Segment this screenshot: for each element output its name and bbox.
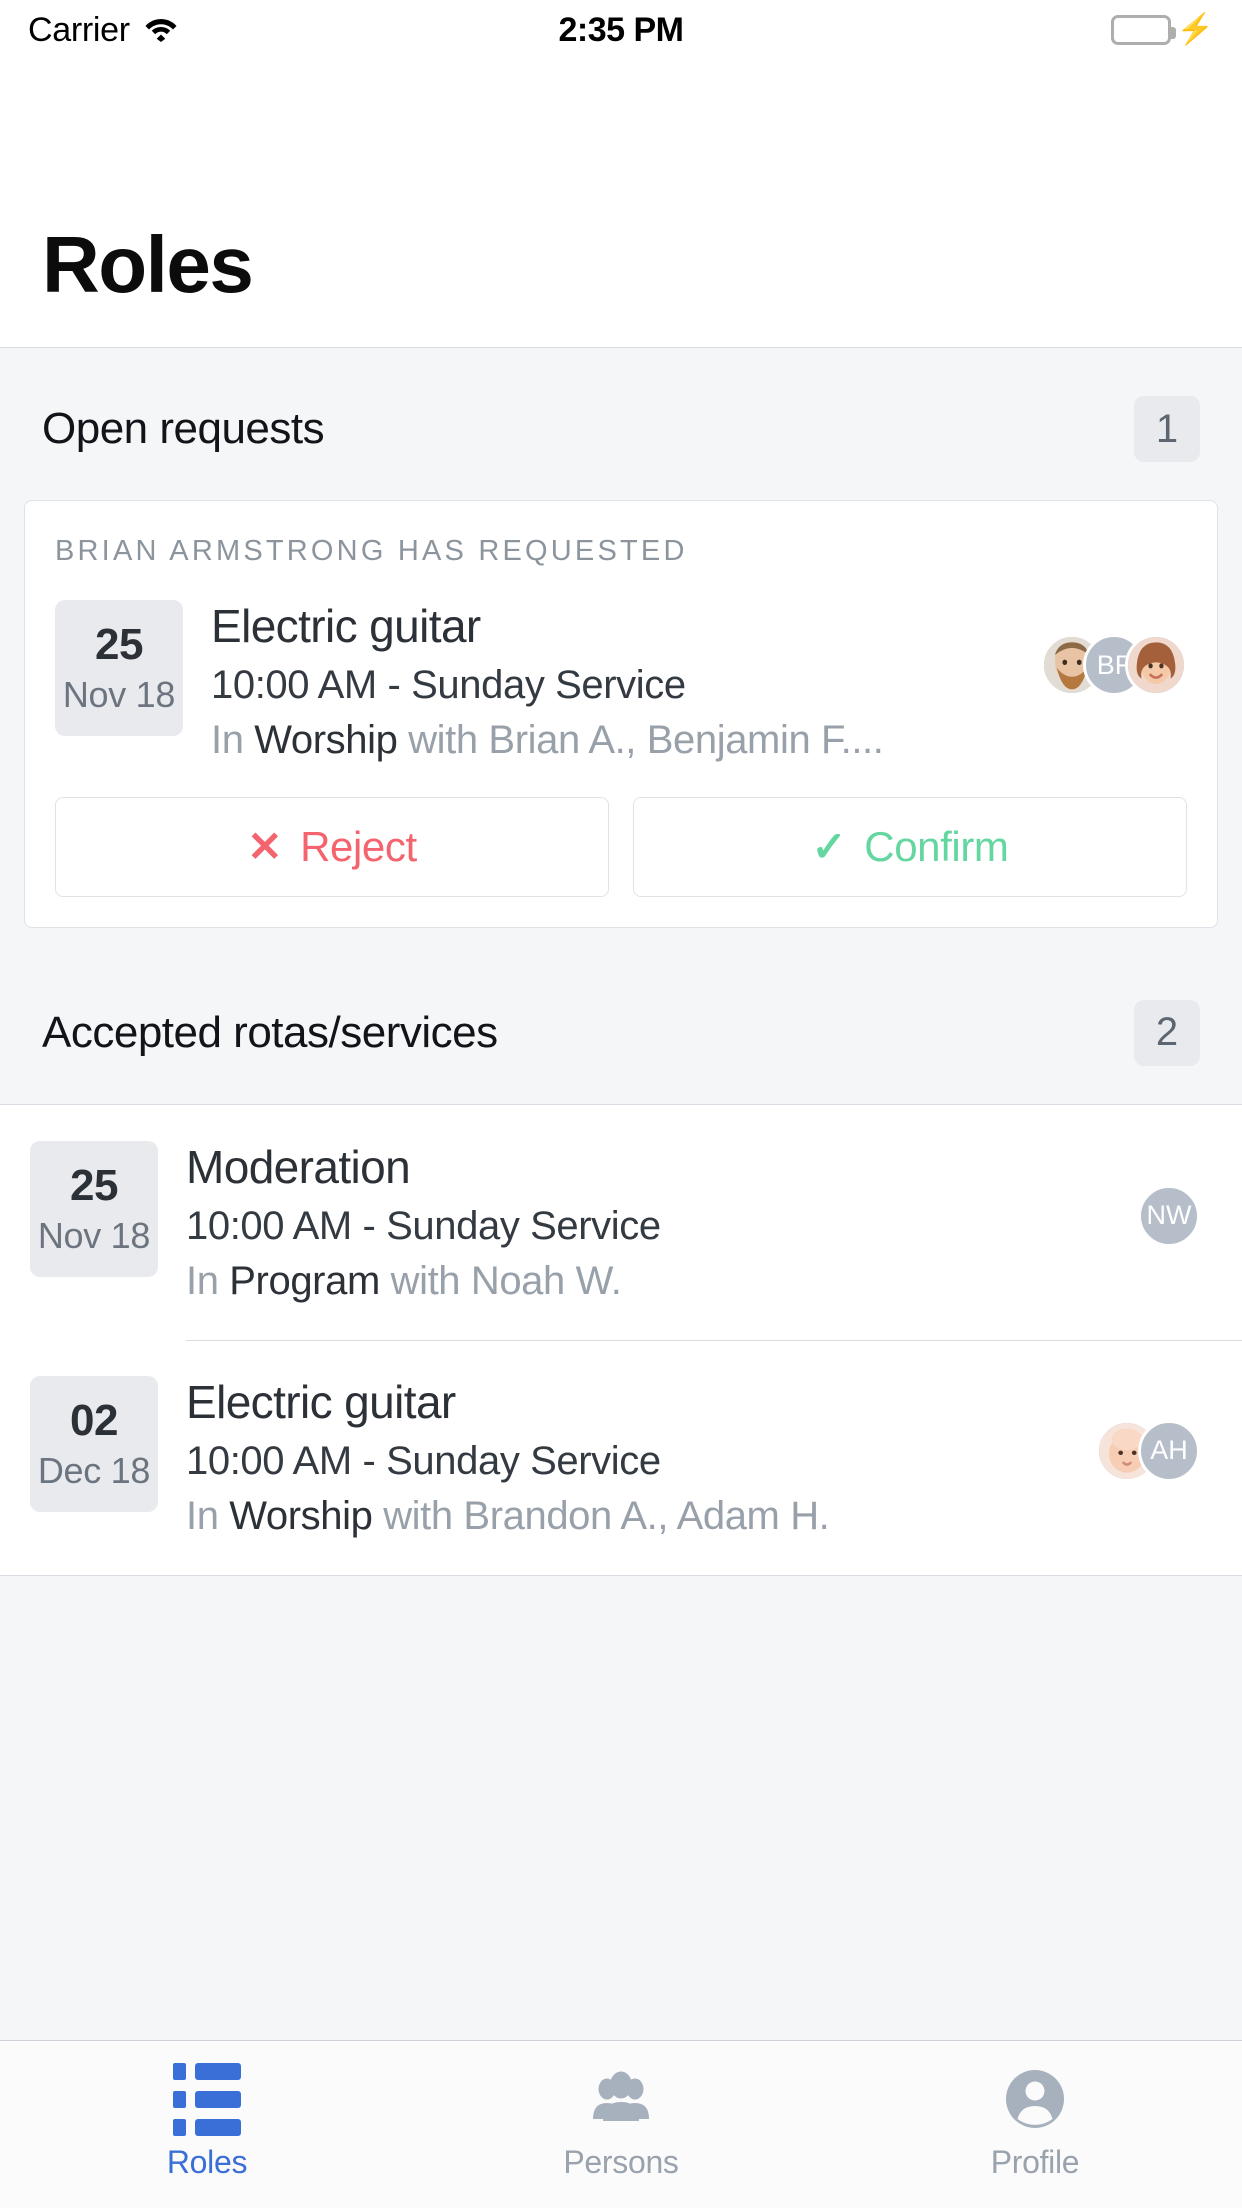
accepted-title: Accepted rotas/services bbox=[42, 1007, 498, 1057]
row-info: Moderation 10:00 AM - Sunday Service In … bbox=[186, 1141, 1110, 1304]
third-person-avatar bbox=[1125, 634, 1187, 696]
request-team-line: In Worship with Brian A., Benjamin F.... bbox=[211, 718, 1013, 763]
list-icon bbox=[169, 2062, 245, 2136]
reject-button-label: Reject bbox=[300, 822, 417, 870]
accepted-header: Accepted rotas/services 2 bbox=[0, 928, 1242, 1104]
row-date-chip: 02 Dec 18 bbox=[30, 1375, 158, 1512]
request-with-prefix: In bbox=[211, 717, 244, 762]
row-with-people: with Brandon A., Adam H. bbox=[383, 1493, 830, 1538]
request-actions: ✕ Reject ✓ Confirm bbox=[55, 796, 1187, 897]
tab-bar: Roles Persons Profile bbox=[0, 2040, 1242, 2208]
scroll-content: Open requests 1 BRIAN ARMSTRONG HAS REQU… bbox=[0, 348, 1242, 2040]
list-item[interactable]: 25 Nov 18 Moderation 10:00 AM - Sunday S… bbox=[0, 1105, 1242, 1340]
row-avatar-group: NW bbox=[1138, 1141, 1200, 1247]
row-info: Electric guitar 10:00 AM - Sunday Servic… bbox=[186, 1376, 1068, 1539]
request-detail-row: 25 Nov 18 Electric guitar 10:00 AM - Sun… bbox=[55, 600, 1187, 763]
row-avatar-group: AH bbox=[1096, 1376, 1200, 1482]
lightning-bolt-icon: ⚡ bbox=[1176, 13, 1214, 46]
row-team-name: Program bbox=[229, 1258, 380, 1303]
accepted-count-badge: 2 bbox=[1134, 999, 1200, 1066]
empty-space bbox=[0, 1575, 1242, 2040]
row-team-name: Worship bbox=[229, 1493, 373, 1538]
row-with-prefix: In bbox=[186, 1493, 219, 1538]
status-bar: Carrier 2:35 PM ⚡ bbox=[0, 0, 1242, 60]
tab-persons[interactable]: Persons bbox=[414, 2068, 828, 2181]
tab-roles[interactable]: Roles bbox=[0, 2062, 414, 2181]
adam-h-avatar: AH bbox=[1138, 1419, 1200, 1482]
row-role-title: Moderation bbox=[186, 1140, 411, 1193]
people-icon bbox=[583, 2068, 659, 2130]
open-requests-title: Open requests bbox=[42, 404, 325, 453]
row-date-day: 25 bbox=[70, 1160, 118, 1210]
request-avatar-group: BF bbox=[1041, 600, 1187, 696]
request-info: Electric guitar 10:00 AM - Sunday Servic… bbox=[211, 600, 1013, 763]
row-team-line: In Program with Noah W. bbox=[186, 1259, 1110, 1304]
status-bar-right: ⚡ bbox=[1110, 13, 1214, 46]
navigation-bar: Roles bbox=[0, 60, 1242, 348]
check-icon: ✓ bbox=[811, 823, 847, 871]
request-date-month: Nov 18 bbox=[62, 674, 176, 716]
row-date-month: Nov 18 bbox=[37, 1215, 151, 1257]
request-date-day: 25 bbox=[95, 620, 143, 669]
request-eyebrow: BRIAN ARMSTRONG HAS REQUESTED bbox=[55, 535, 688, 567]
request-role-title: Electric guitar bbox=[211, 600, 481, 652]
tab-persons-label: Persons bbox=[563, 2144, 679, 2180]
row-service-time: 10:00 AM - Sunday Service bbox=[186, 1438, 661, 1483]
confirm-button-label: Confirm bbox=[864, 822, 1009, 870]
reject-button[interactable]: ✕ Reject bbox=[55, 796, 609, 897]
close-icon: ✕ bbox=[247, 823, 283, 871]
status-bar-clock: 2:35 PM bbox=[558, 10, 685, 49]
page-title: Roles bbox=[42, 220, 254, 309]
tab-roles-label: Roles bbox=[166, 2144, 248, 2180]
open-requests-count-badge: 1 bbox=[1134, 396, 1200, 462]
row-date-day: 02 bbox=[70, 1395, 118, 1445]
request-with-people: with Brian A., Benjamin F.... bbox=[408, 717, 884, 762]
app-root: Carrier 2:35 PM ⚡ Roles Open requests 1 … bbox=[0, 0, 1242, 2208]
request-service-time: 10:00 AM - Sunday Service bbox=[211, 662, 686, 707]
open-requests-header: Open requests 1 bbox=[0, 348, 1242, 500]
list-item[interactable]: 02 Dec 18 Electric guitar 10:00 AM - Sun… bbox=[0, 1339, 1242, 1575]
row-service-time: 10:00 AM - Sunday Service bbox=[186, 1203, 661, 1248]
accepted-list: 25 Nov 18 Moderation 10:00 AM - Sunday S… bbox=[0, 1103, 1242, 1576]
row-date-month: Dec 18 bbox=[37, 1449, 151, 1491]
row-with-prefix: In bbox=[186, 1258, 219, 1303]
tab-profile-label: Profile bbox=[990, 2144, 1080, 2180]
noah-w-avatar: NW bbox=[1138, 1184, 1200, 1247]
request-date-chip: 25 Nov 18 bbox=[55, 600, 183, 737]
confirm-button[interactable]: ✓ Confirm bbox=[633, 796, 1187, 897]
row-date-chip: 25 Nov 18 bbox=[30, 1140, 158, 1278]
person-circle-icon bbox=[997, 2068, 1073, 2130]
open-request-card[interactable]: BRIAN ARMSTRONG HAS REQUESTED 25 Nov 18 … bbox=[24, 500, 1218, 928]
tab-profile[interactable]: Profile bbox=[828, 2068, 1242, 2181]
battery-icon bbox=[1110, 15, 1176, 45]
row-team-line: In Worship with Brandon A., Adam H. bbox=[186, 1494, 1068, 1539]
row-role-title: Electric guitar bbox=[186, 1375, 456, 1428]
row-with-people: with Noah W. bbox=[390, 1258, 622, 1303]
request-team-name: Worship bbox=[254, 717, 398, 762]
